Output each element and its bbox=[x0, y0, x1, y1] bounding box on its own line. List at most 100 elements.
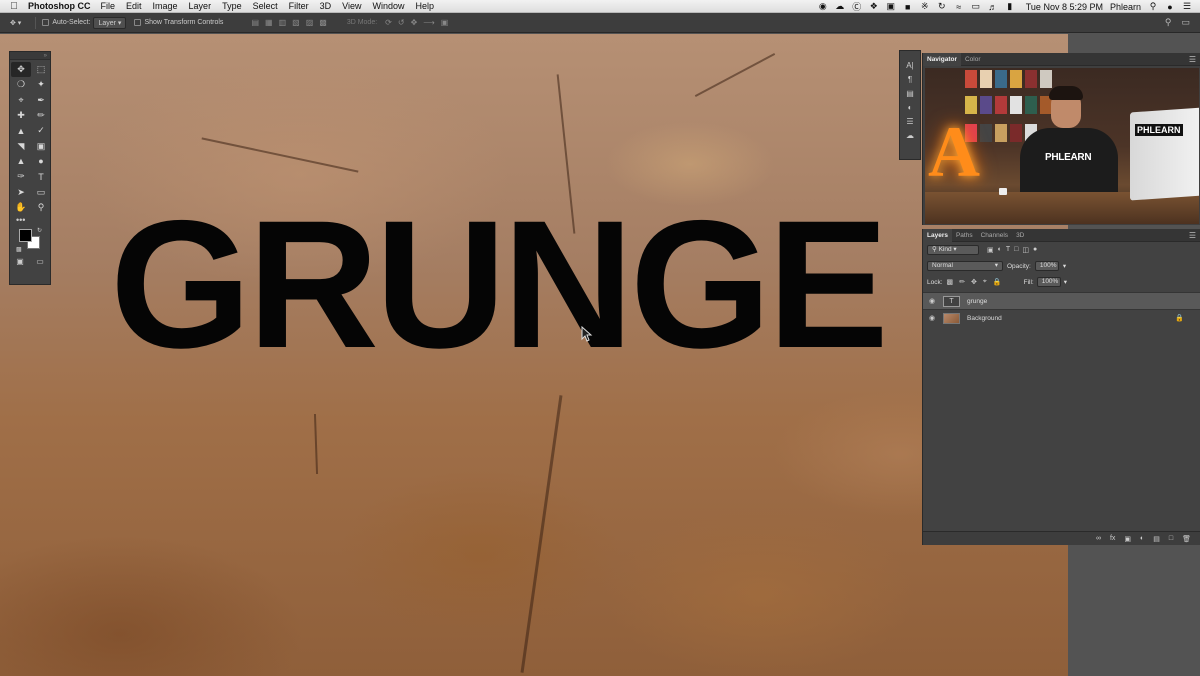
align-middle-icon[interactable]: ▦ bbox=[265, 18, 273, 27]
adjustments-panel-icon[interactable]: ◐ bbox=[908, 103, 913, 112]
opacity-chevron-icon[interactable]: ▾ bbox=[1063, 262, 1066, 270]
swap-colors-icon[interactable]: ↻ bbox=[37, 227, 42, 234]
add-mask-icon[interactable]: ▣ bbox=[1124, 535, 1131, 543]
marquee-tool-icon[interactable]: ⬚ bbox=[31, 62, 51, 77]
blur-tool-icon[interactable]: ▲ bbox=[11, 154, 31, 169]
lock-all-icon[interactable]: 🔒 bbox=[993, 278, 1002, 286]
creative-cloud-icon[interactable]: ☁ bbox=[835, 1, 845, 12]
brush-tool-icon[interactable]: ✏ bbox=[31, 108, 51, 123]
menu-clock[interactable]: Tue Nov 8 5:29 PM bbox=[1026, 2, 1103, 12]
layer-row-grunge[interactable]: ◉ T grunge bbox=[923, 292, 1200, 309]
filter-shape-icon[interactable]: □ bbox=[1014, 246, 1018, 254]
skype-icon[interactable]: Ⓒ bbox=[852, 2, 862, 12]
align-panel-icon[interactable]: ▤ bbox=[906, 89, 914, 98]
align-bottom-icon[interactable]: ▥ bbox=[279, 18, 287, 27]
layer-row-background[interactable]: ◉ Background 🔒 bbox=[923, 309, 1200, 326]
trash-icon[interactable]: 🗑 bbox=[1182, 535, 1191, 543]
edit-toolbar-icon[interactable]: ••• bbox=[10, 215, 50, 227]
apple-icon[interactable]:  bbox=[0, 1, 28, 12]
libraries-panel-icon[interactable]: ☁ bbox=[906, 131, 914, 140]
auto-select-checkbox[interactable] bbox=[42, 19, 50, 26]
menu-help[interactable]: Help bbox=[415, 1, 434, 11]
app-name-menu[interactable]: Photoshop CC bbox=[28, 1, 91, 11]
3d-drag-icon[interactable]: ✥ bbox=[411, 18, 418, 27]
tab-3d[interactable]: 3D bbox=[1012, 229, 1028, 242]
align-left-icon[interactable]: ▧ bbox=[292, 18, 300, 27]
menu-filter[interactable]: Filter bbox=[289, 1, 309, 11]
clone-stamp-tool-icon[interactable]: ▲ bbox=[11, 123, 31, 138]
foreground-color-swatch[interactable] bbox=[19, 228, 32, 242]
eyedropper-tool-icon[interactable]: ✒ bbox=[31, 93, 51, 108]
eye-icon[interactable]: ◉ bbox=[923, 297, 941, 305]
default-colors-icon[interactable]: ▩ bbox=[16, 246, 22, 253]
gradient-tool-icon[interactable]: ▣ bbox=[31, 138, 51, 153]
grunge-text-layer[interactable]: GRUNGE bbox=[110, 193, 889, 375]
pen-tool-icon[interactable]: ✑ bbox=[11, 169, 31, 184]
healing-brush-tool-icon[interactable]: ✚ bbox=[11, 108, 31, 123]
tab-layers[interactable]: Layers bbox=[923, 228, 952, 242]
layer-lock-icon[interactable]: 🔒 bbox=[1175, 314, 1184, 322]
lock-transparent-icon[interactable]: ▩ bbox=[947, 278, 954, 286]
filter-toggle-icon[interactable]: ● bbox=[1033, 246, 1037, 254]
tab-channels[interactable]: Channels bbox=[977, 229, 1012, 242]
lock-artboard-icon[interactable]: ⌖ bbox=[983, 278, 987, 286]
type-tool-icon[interactable]: T bbox=[31, 169, 51, 184]
auto-select-option[interactable]: Auto-Select: Layer ▾ bbox=[42, 16, 127, 29]
bluetooth-icon[interactable]: ※ bbox=[920, 1, 930, 12]
lock-position-icon[interactable]: ✥ bbox=[971, 278, 977, 286]
airplay-icon[interactable]: ▭ bbox=[971, 1, 981, 12]
character-panel-icon[interactable]: A| bbox=[906, 61, 913, 70]
user-name[interactable]: Phlearn bbox=[1110, 2, 1141, 12]
layer-name[interactable]: grunge bbox=[967, 298, 987, 305]
dropbox-icon[interactable]: ❖ bbox=[869, 1, 879, 12]
filter-adjustment-icon[interactable]: ◐ bbox=[998, 246, 1002, 254]
fill-chevron-icon[interactable]: ▾ bbox=[1064, 278, 1067, 286]
magic-wand-tool-icon[interactable]: ✦ bbox=[31, 77, 51, 92]
adjustment-layer-icon[interactable]: ◐ bbox=[1140, 535, 1144, 542]
filter-kind-dropdown[interactable]: ⚲ Kind ▾ bbox=[927, 245, 979, 255]
transform-controls-option[interactable]: Show Transform Controls bbox=[134, 19, 223, 26]
properties-panel-icon[interactable]: ☰ bbox=[906, 117, 913, 126]
screen-mode-icon[interactable]: ▭ bbox=[36, 257, 44, 266]
wifi-icon[interactable]: ≈ bbox=[954, 2, 964, 12]
move-tool-icon[interactable]: ✥ bbox=[11, 62, 31, 78]
crop-tool-icon[interactable]: ⌖ bbox=[11, 93, 31, 108]
menu-type[interactable]: Type bbox=[222, 1, 242, 11]
3d-slide-icon[interactable]: ⟶ bbox=[423, 18, 434, 27]
menu-edit[interactable]: Edit bbox=[126, 1, 142, 11]
align-right-icon[interactable]: ▩ bbox=[319, 18, 327, 27]
shape-tool-icon[interactable]: ▭ bbox=[31, 184, 51, 199]
transform-controls-checkbox[interactable] bbox=[134, 19, 142, 26]
navigator-preview[interactable]: A PHLEARN PHLEARN bbox=[925, 68, 1199, 224]
layer-style-icon[interactable]: fx bbox=[1110, 535, 1115, 542]
new-group-icon[interactable]: ▤ bbox=[1153, 535, 1160, 543]
spotlight-search-icon[interactable]: ⚲ bbox=[1148, 1, 1158, 12]
siri-icon[interactable]: ● bbox=[1165, 2, 1175, 12]
new-layer-icon[interactable]: □ bbox=[1169, 535, 1173, 542]
volume-icon[interactable]: ♬ bbox=[988, 2, 998, 12]
panel-menu-icon[interactable]: ☰ bbox=[1189, 55, 1196, 64]
fill-field[interactable]: 100% bbox=[1036, 277, 1061, 287]
menu-3d[interactable]: 3D bbox=[320, 1, 332, 11]
path-selection-tool-icon[interactable]: ➤ bbox=[11, 184, 31, 199]
filter-type-icon[interactable]: T bbox=[1006, 246, 1010, 254]
eye-icon[interactable]: ◉ bbox=[923, 314, 941, 322]
menu-select[interactable]: Select bbox=[253, 1, 278, 11]
filter-pixel-icon[interactable]: ▣ bbox=[987, 246, 994, 254]
search-icon[interactable]: ⚲ bbox=[1165, 17, 1172, 28]
history-brush-tool-icon[interactable]: ✓ bbox=[31, 123, 51, 138]
opacity-field[interactable]: 100% bbox=[1034, 261, 1059, 271]
hand-tool-icon[interactable]: ✋ bbox=[11, 200, 31, 215]
filter-smart-object-icon[interactable]: ◫ bbox=[1022, 246, 1029, 254]
menu-view[interactable]: View bbox=[342, 1, 361, 11]
align-center-icon[interactable]: ▨ bbox=[306, 18, 314, 27]
quick-mask-icon[interactable]: ▣ bbox=[16, 257, 24, 266]
camera-icon[interactable]: ■ bbox=[903, 2, 913, 12]
paragraph-panel-icon[interactable]: ¶ bbox=[908, 75, 912, 84]
blend-mode-dropdown[interactable]: Normal ▾ bbox=[927, 261, 1003, 271]
link-layers-icon[interactable]: ∞ bbox=[1096, 535, 1101, 542]
3d-roll-icon[interactable]: ↺ bbox=[398, 18, 405, 27]
tools-panel-grip[interactable]: » bbox=[10, 52, 50, 60]
menu-file[interactable]: File bbox=[101, 1, 116, 11]
record-icon[interactable]: ◉ bbox=[818, 1, 828, 12]
